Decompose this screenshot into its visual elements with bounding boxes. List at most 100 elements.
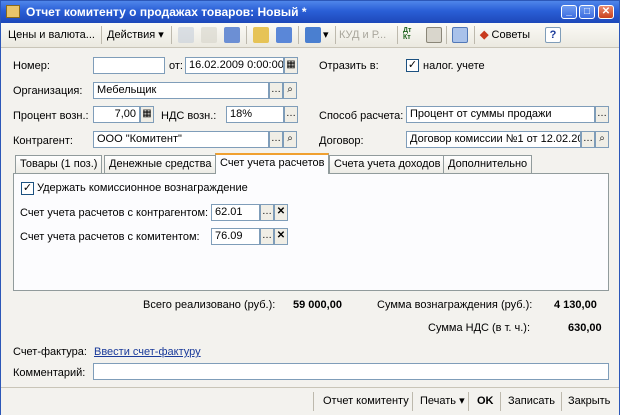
select-payment-method-button[interactable]: …: [595, 106, 609, 123]
report-icon[interactable]: [426, 27, 442, 43]
toolbar-separator: [246, 26, 247, 44]
button-separator: [500, 392, 501, 411]
tab-cash[interactable]: Денежные средства: [104, 155, 217, 173]
reward-sum-label: Сумма вознаграждения (руб.):: [377, 299, 533, 311]
tips-label: Советы: [491, 29, 531, 41]
contractor-field[interactable]: ООО "Комитент": [93, 131, 269, 148]
clear-icon[interactable]: ✕: [274, 228, 288, 245]
calculator-icon[interactable]: ▦: [140, 106, 154, 123]
close-button[interactable]: Закрыть: [568, 392, 610, 411]
toolbar-separator: [397, 26, 398, 44]
button-separator: [561, 392, 562, 411]
prices-currency-menu[interactable]: Цены и валюта...: [8, 26, 95, 44]
number-label: Номер:: [13, 60, 50, 72]
committent-report-button[interactable]: Отчет комитенту: [323, 392, 409, 411]
hold-reward-checkbox[interactable]: ✓: [21, 182, 34, 195]
structure-icon[interactable]: [452, 27, 468, 43]
document-window: Отчет комитенту о продажах товаров: Новы…: [0, 0, 620, 415]
acc-committent-field[interactable]: 76.09: [211, 228, 260, 245]
actions-menu[interactable]: Действия ▾: [107, 26, 164, 44]
toolbar-separator: [298, 26, 299, 44]
tab-additional[interactable]: Дополнительно: [443, 155, 533, 173]
document-icon: [6, 5, 20, 18]
invoice-label: Счет-фактура:: [13, 346, 87, 358]
contract-label: Договор:: [319, 135, 364, 147]
hold-reward-label: Удержать комиссионное вознаграждение: [37, 182, 248, 194]
chevron-down-icon[interactable]: ▾: [323, 26, 329, 44]
percent-label: Процент возн.:: [13, 110, 89, 122]
kudir-button[interactable]: КУД и Р...: [339, 26, 386, 44]
comment-label: Комментарий:: [13, 367, 86, 379]
contractor-label: Контрагент:: [13, 135, 73, 147]
search-icon[interactable]: ⌕: [283, 131, 297, 148]
vat-reward-label: НДС возн.:: [161, 110, 217, 122]
save-button[interactable]: Записать: [508, 392, 555, 411]
comment-field[interactable]: [93, 363, 609, 380]
edit-icon[interactable]: [201, 27, 217, 43]
select-organization-button[interactable]: …: [269, 82, 283, 99]
number-field[interactable]: [93, 57, 165, 74]
date-prefix: от:: [169, 60, 183, 72]
based-on-icon[interactable]: [305, 27, 321, 43]
payment-method-label: Способ расчета:: [319, 110, 404, 122]
calendar-icon[interactable]: ▦: [284, 57, 298, 74]
dt-kt-icon[interactable]: Дт Кт: [403, 27, 421, 43]
select-contractor-button[interactable]: …: [269, 131, 283, 148]
print-label: Печать: [420, 395, 457, 407]
date-field[interactable]: 16.02.2009 0:00:00: [185, 57, 284, 74]
title-bar[interactable]: Отчет комитенту о продажах товаров: Новы…: [1, 1, 619, 23]
vat-sum-label: Сумма НДС (в т. ч.):: [428, 322, 531, 334]
select-vat-button[interactable]: …: [284, 106, 298, 123]
toolbar-separator: [474, 26, 475, 44]
tax-accounting-checkbox[interactable]: ✓: [406, 59, 419, 72]
reward-sum-value: 4 130,00: [554, 299, 597, 311]
payment-method-field[interactable]: Процент от суммы продажи: [406, 106, 595, 123]
refresh-icon[interactable]: [224, 27, 240, 43]
ok-button[interactable]: OK: [477, 392, 494, 411]
bottom-bar: Отчет комитенту Печать ▾ OK Записать Зак…: [1, 387, 619, 415]
tax-accounting-label: налог. учете: [423, 60, 485, 72]
contract-field[interactable]: Договор комиссии №1 от 12.02.2009: [406, 131, 581, 148]
toolbar-separator: [335, 26, 336, 44]
maximize-button[interactable]: □: [579, 5, 595, 19]
copy-icon[interactable]: [178, 27, 194, 43]
minimize-button[interactable]: _: [561, 5, 577, 19]
button-separator: [468, 392, 469, 411]
vat-sum-value: 630,00: [568, 322, 602, 334]
find-icon[interactable]: [253, 27, 269, 43]
help-icon[interactable]: ?: [545, 27, 561, 43]
actions-menu-label: Действия: [107, 29, 156, 41]
acc-contractor-field[interactable]: 62.01: [211, 204, 260, 221]
tab-goods[interactable]: Товары (1 поз.): [15, 155, 103, 173]
button-separator: [412, 392, 413, 411]
vat-reward-field[interactable]: 18%: [226, 106, 284, 123]
total-sold-value: 59 000,00: [293, 299, 342, 311]
organization-field[interactable]: Мебельщик: [93, 82, 269, 99]
toolbar-separator: [446, 26, 447, 44]
enter-invoice-link[interactable]: Ввести счет-фактуру: [94, 346, 201, 358]
tips-button[interactable]: ◆ Советы: [480, 26, 530, 44]
acc-contractor-label: Счет учета расчетов с контрагентом:: [20, 207, 209, 219]
tips-icon: ◆: [480, 29, 489, 41]
reflect-label: Отразить в:: [319, 60, 379, 72]
post-document-icon[interactable]: [276, 27, 292, 43]
clear-icon[interactable]: ✕: [274, 204, 288, 221]
acc-committent-label: Счет учета расчетов с комитентом:: [20, 231, 200, 243]
chevron-down-icon: ▾: [158, 29, 164, 41]
percent-field[interactable]: 7,00: [93, 106, 140, 123]
print-button[interactable]: Печать ▾: [420, 392, 465, 411]
search-icon[interactable]: ⌕: [595, 131, 609, 148]
toolbar-separator: [171, 26, 172, 44]
tab-settlement-accounts[interactable]: Счет учета расчетов: [215, 153, 330, 174]
close-window-button[interactable]: ✕: [598, 5, 614, 19]
chevron-down-icon: ▾: [459, 395, 465, 407]
toolbar-separator: [101, 26, 102, 44]
select-acc-contractor-button[interactable]: …: [260, 204, 274, 221]
select-contract-button[interactable]: …: [581, 131, 595, 148]
tab-income-accounts[interactable]: Счета учета доходов: [329, 155, 446, 173]
select-acc-committent-button[interactable]: …: [260, 228, 274, 245]
total-sold-label: Всего реализовано (руб.):: [143, 299, 276, 311]
organization-label: Организация:: [13, 85, 83, 97]
window-title: Отчет комитенту о продажах товаров: Новы…: [26, 5, 307, 19]
search-icon[interactable]: ⌕: [283, 82, 297, 99]
